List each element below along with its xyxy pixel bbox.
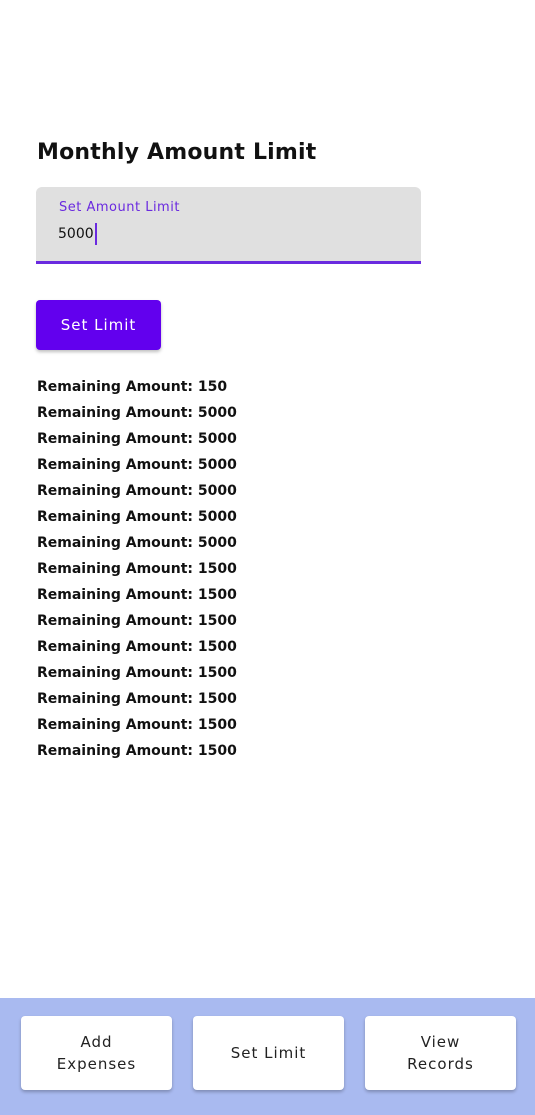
list-item: Remaining Amount: 1500	[37, 587, 237, 603]
amount-limit-field[interactable]: Set Amount Limit 5000	[36, 187, 421, 264]
list-item: Remaining Amount: 150	[37, 379, 228, 395]
add-expenses-label-line1: Add	[80, 1033, 113, 1051]
screen: Monthly Amount Limit Set Amount Limit 50…	[0, 0, 535, 1115]
list-item: Remaining Amount: 5000	[37, 405, 237, 421]
set-limit-nav-label: Set Limit	[230, 1044, 307, 1062]
bottom-nav-bar: Add Expenses Set Limit View Records	[0, 998, 535, 1115]
amount-limit-label: Set Amount Limit	[59, 200, 180, 215]
list-item: Remaining Amount: 5000	[37, 535, 237, 551]
add-expenses-button[interactable]: Add Expenses	[21, 1016, 172, 1090]
view-records-button[interactable]: View Records	[365, 1016, 516, 1090]
set-limit-nav-button[interactable]: Set Limit	[193, 1016, 344, 1090]
text-cursor	[94, 223, 97, 245]
list-item: Remaining Amount: 5000	[37, 483, 237, 499]
list-item: Remaining Amount: 5000	[37, 457, 237, 473]
remaining-amount-list: Remaining Amount: 150 Remaining Amount: …	[37, 374, 237, 764]
add-expenses-label-line2: Expenses	[56, 1055, 137, 1073]
page-title: Monthly Amount Limit	[37, 140, 317, 165]
list-item: Remaining Amount: 1500	[37, 743, 237, 759]
set-limit-button[interactable]: Set Limit	[36, 300, 161, 350]
list-item: Remaining Amount: 1500	[37, 691, 237, 707]
view-records-label-line1: View	[420, 1033, 461, 1051]
list-item: Remaining Amount: 1500	[37, 561, 237, 577]
amount-limit-input[interactable]: 5000	[58, 223, 97, 245]
list-item: Remaining Amount: 1500	[37, 717, 237, 733]
list-item: Remaining Amount: 1500	[37, 665, 237, 681]
view-records-label-line2: Records	[407, 1055, 474, 1073]
list-item: Remaining Amount: 1500	[37, 639, 237, 655]
list-item: Remaining Amount: 1500	[37, 613, 237, 629]
list-item: Remaining Amount: 5000	[37, 509, 237, 525]
amount-limit-value: 5000	[58, 226, 94, 242]
list-item: Remaining Amount: 5000	[37, 431, 237, 447]
